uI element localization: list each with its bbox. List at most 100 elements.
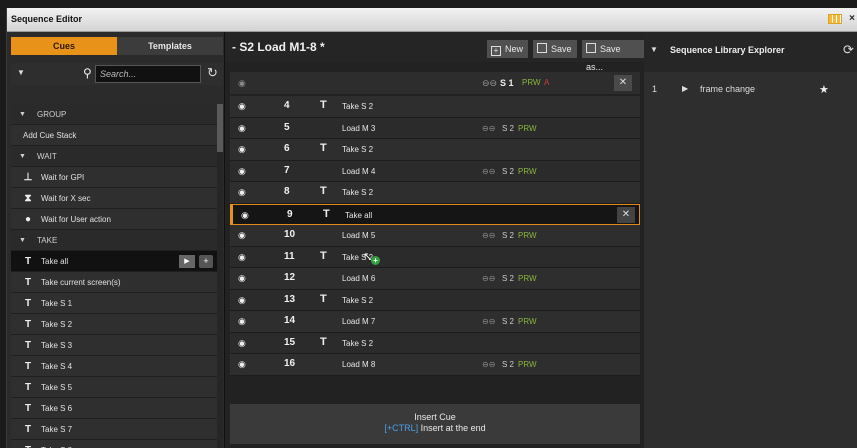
cue-item-label: Take S 6 — [41, 404, 73, 413]
tab-cues[interactable]: Cues — [11, 37, 117, 55]
sequence-row[interactable]: ◉ 14 Load M 7 ⊖⊖ S 2 PRW — [230, 311, 640, 333]
group-header[interactable]: ▼ WAIT — [11, 146, 217, 167]
cue-item[interactable]: T Take S 5 — [11, 377, 217, 398]
visibility-eye-icon[interactable]: ◉ — [238, 273, 246, 284]
visibility-eye-icon[interactable]: ◉ — [238, 144, 246, 155]
save-button[interactable]: Save — [533, 40, 577, 58]
cue-item[interactable]: ⊥ Wait for GPI — [11, 167, 217, 188]
cue-item-label: Take S 7 — [41, 425, 73, 434]
screen-selector[interactable]: S 1 — [500, 78, 514, 88]
text-t-icon: T — [320, 335, 327, 348]
cue-item-label: Take all — [41, 257, 69, 266]
add-cue-icon[interactable]: + — [199, 255, 213, 268]
collapse-arrow-icon[interactable]: ▼ — [19, 104, 26, 125]
visibility-eye-icon[interactable]: ◉ — [238, 230, 246, 241]
sequence-row[interactable]: ◉ 8 T Take S 2 — [230, 182, 640, 204]
sequence-row[interactable]: ◉ 15 T Take S 2 — [230, 332, 640, 354]
cue-item-label: Take S 1 — [41, 299, 73, 308]
close-icon[interactable]: × — [849, 13, 855, 24]
a-label[interactable]: A — [544, 78, 549, 87]
visibility-eye-icon[interactable]: ◉ — [238, 316, 246, 327]
scrollbar-thumb[interactable] — [217, 104, 223, 152]
cue-item-label: Take S 4 — [41, 362, 73, 371]
prw-label[interactable]: PRW — [522, 78, 541, 87]
visibility-eye-icon[interactable]: ◉ — [238, 359, 246, 370]
expand-arrow-icon[interactable]: ▶ — [682, 84, 688, 93]
collapse-arrow-icon[interactable]: ▼ — [19, 146, 26, 167]
reset-search-icon[interactable]: ↻ — [207, 65, 218, 81]
sequence-row[interactable]: ◉ 16 Load M 8 ⊖⊖ S 2 PRW — [230, 354, 640, 376]
visibility-eye-icon[interactable]: ◉ — [238, 123, 246, 134]
sequence-row[interactable]: ◉ 10 Load M 5 ⊖⊖ S 2 PRW — [230, 225, 640, 247]
cue-label: Load M 5 — [342, 231, 376, 240]
visibility-eye-icon[interactable]: ◉ — [238, 166, 246, 177]
save-as-button[interactable]: Save as... — [582, 40, 644, 72]
cue-item[interactable]: T Take S 8 — [11, 440, 217, 448]
cue-item[interactable]: Add Cue Stack — [11, 125, 217, 146]
text-t-icon: T — [24, 424, 32, 435]
group-header[interactable]: ▼ TAKE — [11, 230, 217, 251]
cue-item[interactable]: T Take S 7 — [11, 419, 217, 440]
remove-cue-button[interactable]: ✕ — [617, 206, 635, 223]
cue-item[interactable]: T Take S 2 — [11, 314, 217, 335]
tab-templates[interactable]: Templates — [117, 37, 223, 55]
cue-item[interactable]: ⧗ Wait for X sec — [11, 188, 217, 209]
sequence-row[interactable]: ◉ 6 T Take S 2 — [230, 139, 640, 161]
text-t-icon: T — [24, 340, 32, 351]
prw-tag: PRW — [518, 317, 537, 326]
sequence-rows: ◉ 4 T Take S 2 ◉ 5 Load M 3 ⊖⊖ S 2 PRW ◉ 6 T Take S 2… — [230, 96, 640, 402]
group-label: WAIT — [37, 152, 57, 161]
sequence-row[interactable]: ◉ 13 T Take S 2 — [230, 289, 640, 311]
text-t-icon: T — [24, 403, 32, 414]
sequence-row[interactable]: ◉ 11 T Take S 2 ↖ + — [230, 246, 640, 268]
collapse-toggle-icon[interactable]: ▼ — [17, 68, 25, 77]
library-panel: ▼ Sequence Library Explorer ⟳ 1 ▶ frame … — [644, 32, 857, 448]
text-t-icon: T — [320, 249, 327, 262]
collapse-library-icon[interactable]: ▼ — [650, 45, 658, 54]
new-button[interactable]: + New — [487, 40, 529, 58]
visibility-header-icon[interactable]: ◉ — [238, 78, 246, 89]
text-t-icon: T — [21, 440, 35, 448]
cue-item[interactable]: T Take current screen(s) — [11, 272, 217, 293]
cue-item[interactable]: T Take S 3 — [11, 335, 217, 356]
search-input[interactable]: Search... — [95, 65, 201, 83]
visibility-eye-icon[interactable]: ◉ — [238, 338, 246, 349]
visibility-eye-icon[interactable]: ◉ — [241, 210, 249, 221]
clear-button[interactable]: ✕ — [614, 75, 632, 91]
search-row: ▼ ⚲ Search... ↻ — [11, 63, 223, 85]
sequence-column-header: ◉ ⊖⊖ S 1 PRW A ✕ — [230, 72, 640, 94]
cue-list-scrollbar[interactable] — [217, 104, 223, 448]
screen-value: S 2 — [502, 166, 515, 176]
sequence-row[interactable]: ◉ 7 Load M 4 ⊖⊖ S 2 PRW — [230, 160, 640, 182]
collapse-arrow-icon[interactable]: ▼ — [19, 230, 26, 251]
cue-item[interactable]: T Take S 6 — [11, 398, 217, 419]
sequence-row[interactable]: ◉ 4 T Take S 2 — [230, 96, 640, 118]
sequence-row[interactable]: ◉ 9 T Take all ✕ — [230, 203, 640, 225]
cue-item[interactable]: T Take S 4 — [11, 356, 217, 377]
cue-label: Load M 3 — [342, 123, 376, 133]
cue-item[interactable]: ● Wait for User action — [11, 209, 217, 230]
group-header[interactable]: ▼ GROUP — [11, 104, 217, 125]
link-icon: ⊖⊖ — [482, 78, 498, 88]
play-icon[interactable]: ▶ — [179, 255, 195, 268]
library-item[interactable]: 1 ▶ frame change ★ — [644, 80, 857, 100]
insert-cue-zone[interactable]: Insert Cue [+CTRL] Insert at the end — [230, 404, 640, 444]
cue-item-label: Take S 2 — [41, 320, 73, 329]
refresh-icon[interactable]: ⟳ — [843, 42, 854, 58]
visibility-eye-icon[interactable]: ◉ — [238, 252, 246, 263]
prw-tag: PRW — [518, 231, 537, 240]
cue-label: Take S 2 — [342, 338, 374, 348]
screen-value: S 2 — [502, 274, 515, 283]
cue-item[interactable]: T Take S 1 — [11, 293, 217, 314]
visibility-eye-icon[interactable]: ◉ — [238, 187, 246, 198]
cue-item[interactable]: T Take all ▶ + — [11, 251, 217, 272]
cue-item-label: Take S 5 — [41, 383, 73, 392]
star-icon[interactable]: ★ — [819, 83, 829, 96]
visibility-eye-icon[interactable]: ◉ — [238, 295, 246, 306]
visibility-eye-icon[interactable]: ◉ — [238, 101, 246, 112]
sequence-row[interactable]: ◉ 5 Load M 3 ⊖⊖ S 2 PRW — [230, 117, 640, 139]
cue-item-label: Wait for GPI — [41, 173, 85, 182]
sequence-row[interactable]: ◉ 12 Load M 6 ⊖⊖ S 2 PRW — [230, 268, 640, 290]
add-badge-icon: + — [371, 255, 380, 265]
dock-icon[interactable] — [828, 14, 842, 24]
